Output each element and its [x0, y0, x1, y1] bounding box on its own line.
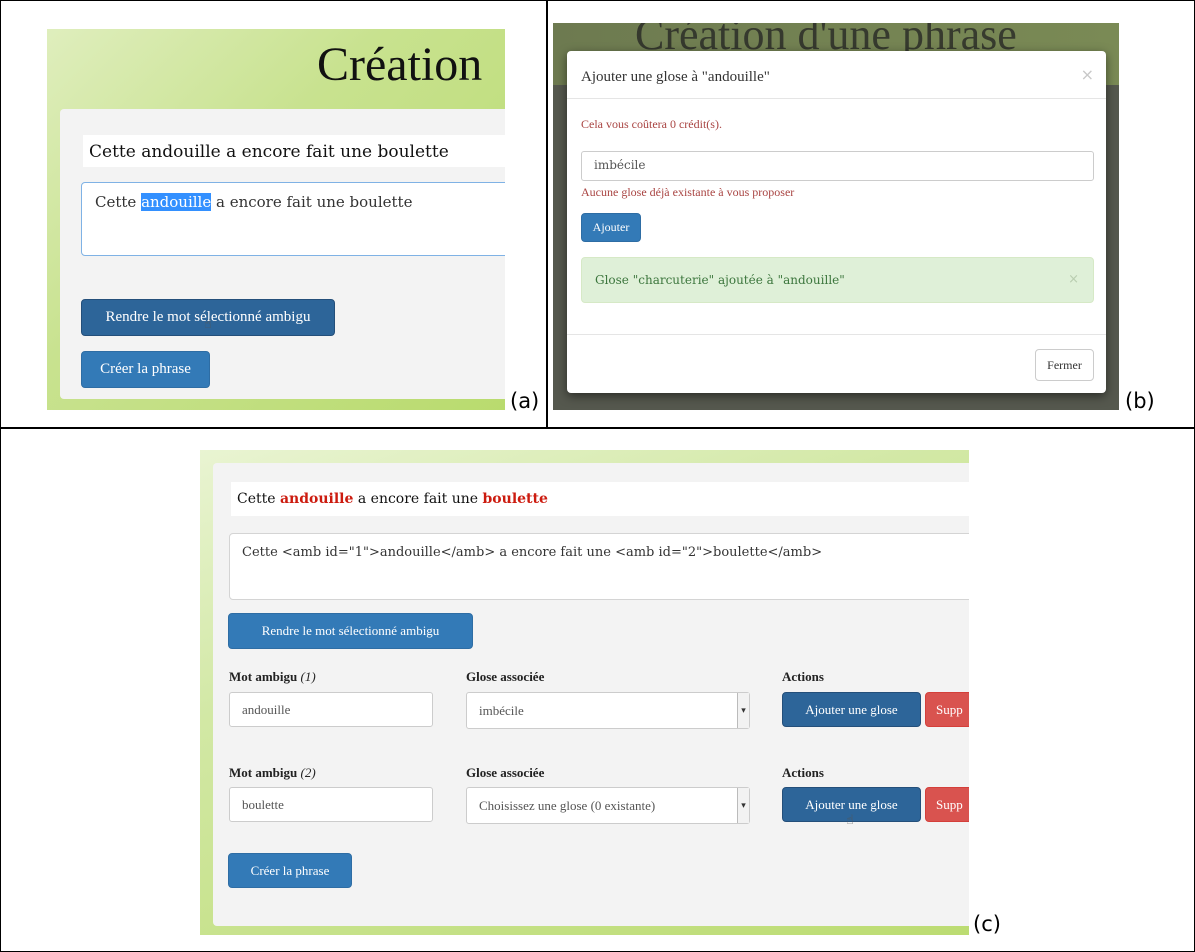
page-title: Création [317, 38, 483, 91]
success-alert: Glose "charcuterie" ajoutée à "andouille… [581, 257, 1094, 303]
make-ambiguous-button-c[interactable]: Rendre le mot sélectionné ambigu [228, 613, 473, 649]
panel-b-screenshot: Création d'une phrase Ajouter une glose … [553, 23, 1119, 410]
create-sentence-button[interactable]: Créer la phrase [81, 351, 210, 388]
label-number: (2) [300, 765, 316, 780]
form-card: Cette andouille a encore fait une boulet… [60, 109, 505, 399]
delete-button-1[interactable]: Supp [925, 692, 969, 727]
label-number: (1) [300, 669, 316, 684]
add-gloss-label-1: Ajouter une glose [805, 701, 898, 717]
close-icon[interactable]: × [1081, 65, 1094, 84]
create-sentence-label: Créer la phrase [100, 361, 191, 377]
delete-label-2: Supp [936, 796, 963, 812]
delete-label-1: Supp [936, 701, 963, 717]
sentence-preview: Cette andouille a encore fait une boulet… [83, 135, 505, 167]
close-button-label: Fermer [1047, 357, 1082, 372]
sentence-textarea[interactable]: Cette andouille a encore fait une boulet… [81, 182, 505, 256]
selected-word: andouille [141, 193, 212, 211]
ambiguous-word-label-1: Mot ambigu (1) [229, 669, 316, 685]
gloss-select-value-2: Choisissez une glose (0 existante) [479, 797, 656, 813]
hand-cursor-icon: ☝ [204, 317, 212, 332]
alert-text: Glose "charcuterie" ajoutée à "andouille… [595, 273, 845, 287]
add-gloss-label-2: Ajouter une glose [805, 796, 898, 812]
add-gloss-modal: Ajouter une glose à "andouille" × Cela v… [567, 51, 1106, 393]
gloss-select-value-1: imbécile [479, 702, 524, 718]
ambiguous-word-field-1[interactable]: andouille [229, 692, 433, 727]
add-gloss-button-1[interactable]: Ajouter une glose [782, 692, 921, 727]
alert-close-icon[interactable]: × [1068, 272, 1079, 287]
make-ambiguous-label-c: Rendre le mot sélectionné ambigu [261, 623, 440, 638]
create-sentence-label-c: Créer la phrase [250, 862, 330, 878]
ambiguous-word-label-2: Mot ambigu (2) [229, 765, 316, 781]
figure-divider-horizontal [0, 427, 1195, 429]
caption-a: (a) [510, 389, 540, 413]
actions-label-2: Actions [782, 765, 824, 780]
caption-c: (c) [973, 912, 1001, 936]
ambiguous-word-field-2[interactable]: boulette [229, 787, 433, 822]
gloss-input[interactable]: imbécile [581, 151, 1094, 181]
sentence-word-2: a encore fait une [353, 491, 483, 507]
form-card-c: Cette andouille a encore fait une boulet… [213, 463, 969, 926]
label-text: Mot ambigu [229, 669, 298, 684]
gloss-select-1[interactable]: imbécile ▾ [466, 692, 750, 729]
textarea-text-before: Cette [95, 193, 142, 211]
gloss-select-2[interactable]: Choisissez une glose (0 existante) ▾ [466, 787, 750, 824]
modal-footer-divider [567, 334, 1106, 335]
close-button[interactable]: Fermer [1035, 349, 1094, 381]
caption-b: (b) [1125, 389, 1155, 413]
panel-a-screenshot: Création Cette andouille a encore fait u… [47, 29, 505, 410]
sentence-textarea-c[interactable]: Cette <amb id="1">andouille</amb> a enco… [229, 533, 969, 600]
textarea-text-after: a encore fait une boulette [211, 193, 413, 211]
modal-title: Ajouter une glose à "andouille" [581, 69, 770, 85]
add-button-label: Ajouter [592, 220, 630, 234]
sentence-preview-c: Cette andouille a encore fait une boulet… [231, 482, 969, 516]
label-text: Mot ambigu [229, 765, 298, 780]
ambiguous-word-2: boulette [482, 491, 548, 507]
sentence-word-1: Cette [237, 491, 280, 507]
figure-divider-vertical [546, 0, 548, 428]
delete-button-2[interactable]: Supp [925, 787, 969, 822]
actions-label-1: Actions [782, 669, 824, 684]
gloss-label-1: Glose associée [466, 669, 545, 684]
chevron-down-icon: ▾ [737, 693, 749, 728]
modal-header: Ajouter une glose à "andouille" × [567, 51, 1106, 99]
hand-cursor-icon: ☝ [846, 813, 854, 828]
add-button[interactable]: Ajouter [581, 213, 641, 242]
no-gloss-message: Aucune glose déjà existante à vous propo… [581, 185, 795, 199]
cost-text: Cela vous coûtera 0 crédit(s). [581, 117, 722, 131]
ambiguous-word-1: andouille [279, 491, 354, 507]
gloss-label-2: Glose associée [466, 765, 545, 780]
create-sentence-button-c[interactable]: Créer la phrase [228, 853, 352, 888]
chevron-down-icon: ▾ [737, 788, 749, 823]
panel-c-screenshot: Cette andouille a encore fait une boulet… [200, 450, 969, 935]
